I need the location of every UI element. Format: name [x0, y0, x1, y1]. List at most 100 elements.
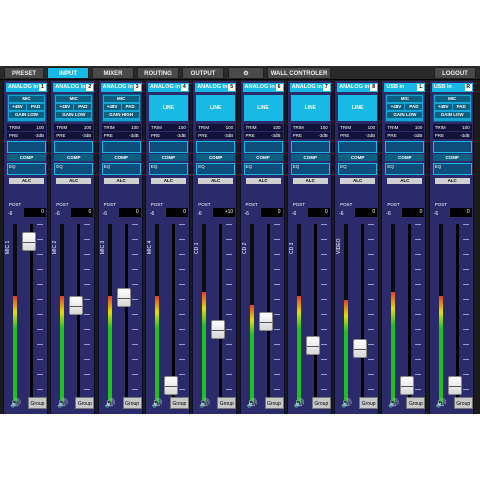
speaker-icon[interactable]: 🔊 [57, 398, 68, 408]
fader-knob[interactable] [305, 336, 320, 355]
group-button[interactable]: Group [359, 397, 379, 409]
tab-mixer[interactable]: MIXER [92, 67, 134, 79]
fader-knob[interactable] [69, 296, 84, 315]
fader-knob[interactable] [258, 312, 273, 331]
channel-header[interactable]: USB in R [431, 83, 473, 92]
tab-output[interactable]: OUTPUT [182, 67, 224, 79]
alc-button[interactable]: ALC [150, 178, 186, 184]
mic-button[interactable]: MIC [387, 96, 423, 102]
fader-track[interactable] [124, 224, 128, 404]
gain-value[interactable]: +10 [213, 208, 236, 217]
comp-label[interactable]: COMP [243, 154, 283, 161]
phantom-button[interactable]: +48V [56, 104, 74, 110]
fader-knob[interactable] [353, 339, 368, 359]
comp-graph[interactable] [101, 141, 141, 153]
tab-settings[interactable]: ⚙ [228, 67, 264, 79]
pad-button[interactable]: PAD [74, 104, 92, 110]
comp-label[interactable]: COMP [101, 154, 141, 161]
trim-row[interactable]: TRIM 100 [148, 124, 188, 131]
speaker-icon[interactable]: 🔊 [199, 398, 210, 408]
mic-button[interactable]: MIC [56, 96, 92, 102]
comp-label[interactable]: COMP [385, 154, 425, 161]
speaker-icon[interactable]: 🔊 [247, 398, 258, 408]
comp-label[interactable]: COMP [7, 154, 46, 161]
speaker-icon[interactable]: 🔊 [436, 398, 447, 408]
speaker-icon[interactable]: 🔊 [294, 398, 305, 408]
gain-range-button[interactable]: GAIN HIGH [103, 112, 139, 118]
pre-row[interactable]: PRE -3dB [290, 132, 330, 139]
trim-row[interactable]: TRIM 100 [243, 124, 283, 131]
pre-row[interactable]: PRE -3dB [432, 132, 472, 139]
comp-label[interactable]: COMP [432, 154, 472, 161]
gain-value[interactable]: 0 [71, 208, 94, 217]
gain-value[interactable]: 0 [355, 208, 378, 217]
pad-button[interactable]: PAD [405, 104, 423, 110]
fader-knob[interactable] [400, 376, 415, 395]
pre-row[interactable]: PRE -3dB [101, 132, 141, 139]
fader-knob[interactable] [22, 232, 36, 251]
pre-row[interactable]: PRE -3dB [385, 132, 425, 139]
mic-button[interactable]: MIC [9, 96, 44, 102]
fader-track[interactable] [313, 224, 317, 404]
line-input-button[interactable]: LINE [196, 95, 236, 121]
group-button[interactable]: Group [264, 397, 284, 409]
trim-row[interactable]: TRIM 100 [385, 124, 425, 131]
logout-button[interactable]: LOGOUT [434, 67, 476, 79]
comp-label[interactable]: COMP [196, 154, 236, 161]
group-button[interactable]: Group [122, 397, 142, 409]
gain-value[interactable]: 0 [24, 208, 46, 217]
line-input-button[interactable]: LINE [148, 95, 188, 121]
comp-graph[interactable] [148, 141, 188, 153]
comp-graph[interactable] [432, 141, 472, 153]
comp-graph[interactable] [338, 141, 378, 153]
line-input-button[interactable]: LINE [243, 95, 283, 121]
alc-button[interactable]: ALC [340, 178, 376, 184]
speaker-icon[interactable]: 🔊 [10, 398, 21, 408]
tab-input[interactable]: INPUT [47, 67, 89, 79]
alc-button[interactable]: ALC [292, 178, 328, 184]
comp-graph[interactable] [243, 141, 283, 153]
phantom-button[interactable]: +48V [9, 104, 26, 110]
fader-track[interactable] [219, 224, 223, 404]
group-button[interactable]: Group [406, 397, 426, 409]
comp-graph[interactable] [7, 141, 46, 153]
alc-button[interactable]: ALC [245, 178, 281, 184]
channel-header[interactable]: USB in L [384, 83, 426, 92]
tab-routing[interactable]: ROUTING [137, 67, 179, 79]
tab-preset[interactable]: PRESET [4, 67, 44, 79]
group-button[interactable]: Group [28, 397, 47, 409]
channel-header[interactable]: ANALOG in 8 [337, 83, 379, 92]
trim-row[interactable]: TRIM 100 [290, 124, 330, 131]
comp-label[interactable]: COMP [54, 154, 94, 161]
group-button[interactable]: Group [453, 397, 473, 409]
fader-knob[interactable] [211, 320, 226, 339]
speaker-icon[interactable]: 🔊 [152, 398, 163, 408]
comp-label[interactable]: COMP [338, 154, 378, 161]
trim-row[interactable]: TRIM 100 [7, 124, 46, 131]
gain-range-button[interactable]: GAIN LOW [387, 112, 423, 118]
channel-header[interactable]: ANALOG in 3 [100, 83, 142, 92]
fader-knob[interactable] [447, 376, 462, 395]
trim-row[interactable]: TRIM 100 [196, 124, 236, 131]
channel-header[interactable]: ANALOG in 7 [289, 83, 331, 92]
trim-row[interactable]: TRIM 100 [432, 124, 472, 131]
channel-header[interactable]: ANALOG in 6 [242, 83, 284, 92]
channel-header[interactable]: ANALOG in 5 [195, 83, 237, 92]
channel-header[interactable]: ANALOG in 1 [6, 83, 47, 92]
fader-track[interactable] [361, 224, 365, 404]
alc-button[interactable]: ALC [103, 178, 139, 184]
phantom-button[interactable]: +48V [103, 104, 121, 110]
speaker-icon[interactable]: 🔊 [341, 398, 352, 408]
pre-row[interactable]: PRE -3dB [148, 132, 188, 139]
pre-row[interactable]: PRE -3dB [7, 132, 46, 139]
pre-row[interactable]: PRE -3dB [243, 132, 283, 139]
gain-value[interactable]: 0 [165, 208, 188, 217]
phantom-button[interactable]: +48V [387, 104, 405, 110]
gain-value[interactable]: 0 [402, 208, 425, 217]
alc-button[interactable]: ALC [387, 178, 423, 184]
mic-button[interactable]: MIC [103, 96, 139, 102]
comp-graph[interactable] [196, 141, 236, 153]
alc-button[interactable]: ALC [9, 178, 44, 184]
pad-button[interactable]: PAD [452, 104, 470, 110]
gain-value[interactable]: 0 [307, 208, 330, 217]
